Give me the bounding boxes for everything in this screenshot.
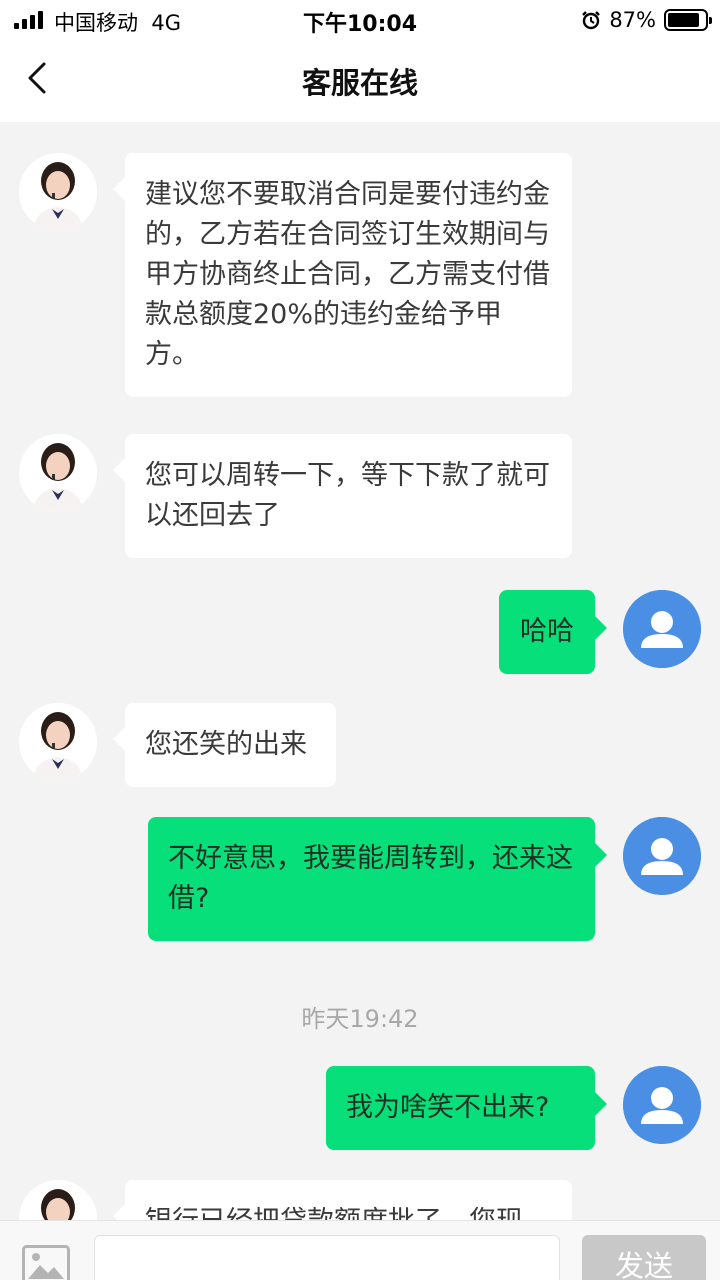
user-message[interactable]: 不好意思，我要能周转到，还来这借? [148, 817, 607, 941]
page-title: 客服在线 [301, 66, 418, 100]
agent-message[interactable]: 建议您不要取消合同是要付违约金的，乙方若在合同签订生效期间与甲方协商终止合同，乙… [113, 153, 572, 397]
alarm-clock-icon [582, 11, 601, 30]
agent-avatar [19, 1180, 97, 1220]
send-button[interactable]: 发送 [582, 1235, 706, 1280]
battery-fill [668, 13, 700, 27]
message-text: 不好意思，我要能周转到，还来这借? [168, 843, 573, 914]
user-message[interactable]: 哈哈 [499, 590, 607, 674]
chat-timestamp: 昨天19:42 [301, 1005, 419, 1033]
user-message[interactable]: 我为啥笑不出来? [326, 1066, 607, 1150]
message-text: 建议您不要取消合同是要付违约金的，乙方若在合同签订生效期间与甲方协商终止合同，乙… [145, 179, 550, 370]
message-text: 哈哈 [520, 616, 574, 647]
image-icon[interactable] [22, 1245, 70, 1280]
user-avatar [623, 817, 701, 895]
message-input[interactable] [94, 1235, 560, 1280]
nav-bar: 客服在线 [0, 40, 720, 122]
status-bar: 中国移动 4G 下午10:04 87% [0, 0, 720, 40]
user-silhouette-icon [623, 1066, 701, 1144]
message-composer: 发送 [0, 1220, 720, 1280]
status-right: 87% [581, 7, 712, 33]
battery-icon [664, 9, 712, 31]
agent-message[interactable]: 您还笑的出来 [113, 703, 336, 787]
message-text: 我为啥笑不出来? [346, 1092, 550, 1123]
message-text: 您可以周转一下，等下下款了就可以还回去了 [145, 460, 550, 531]
battery-percent: 87% [609, 8, 656, 32]
agent-message[interactable]: 您可以周转一下，等下下款了就可以还回去了 [113, 434, 572, 558]
message-text: 您还笑的出来 [145, 729, 307, 760]
message-text: 银行已经把贷款额度批了，您现 [145, 1206, 523, 1220]
user-silhouette-icon [623, 590, 701, 668]
agent-avatar [19, 153, 97, 231]
agent-avatar [19, 434, 97, 512]
user-avatar [623, 1066, 701, 1144]
user-avatar [623, 590, 701, 668]
agent-avatar [19, 703, 97, 781]
user-silhouette-icon [623, 817, 701, 895]
agent-message[interactable]: 银行已经把贷款额度批了，您现 [113, 1180, 572, 1220]
chat-list[interactable]: 建议您不要取消合同是要付违约金的，乙方若在合同签订生效期间与甲方协商终止合同，乙… [0, 122, 720, 1220]
